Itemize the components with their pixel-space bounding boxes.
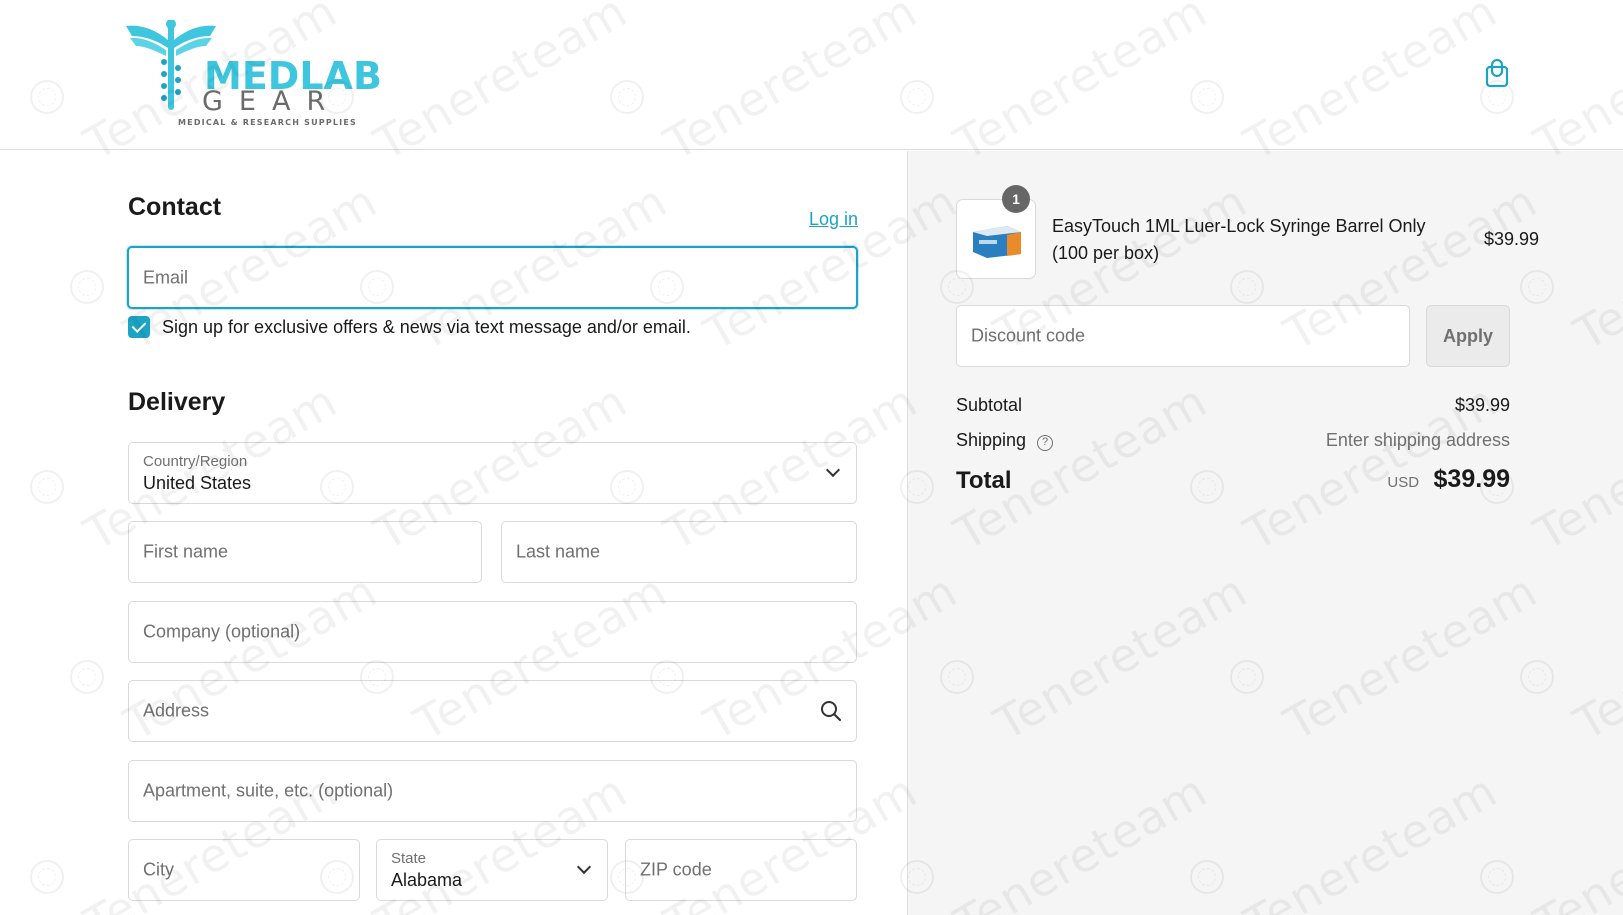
- company-field[interactable]: Company (optional): [128, 601, 857, 663]
- address-field[interactable]: Address: [128, 680, 857, 742]
- logo-wordmark-secondary: GEAR: [202, 86, 342, 117]
- checkout-form: Contact Log in Email Sign up for exclusi…: [0, 151, 906, 915]
- email-placeholder: Email: [143, 267, 189, 287]
- order-summary: 1 EasyTouch 1ML Luer-Lock Syringe Barrel…: [907, 151, 1623, 915]
- marketing-optin-label: Sign up for exclusive offers & news via …: [162, 316, 691, 337]
- site-header: MEDLAB GEAR MEDICAL & RESEARCH SUPPLIES: [0, 0, 1623, 150]
- marketing-optin-checkbox[interactable]: [128, 316, 150, 338]
- total-amount: $39.99: [1433, 465, 1510, 493]
- zip-placeholder: ZIP code: [640, 859, 712, 880]
- country-value: United States: [143, 473, 252, 493]
- product-thumbnail: [956, 199, 1036, 279]
- subtotal-label: Subtotal: [956, 395, 1023, 415]
- email-field[interactable]: Email: [127, 246, 858, 309]
- state-value: Alabama: [391, 870, 463, 890]
- search-icon[interactable]: [820, 700, 842, 722]
- discount-placeholder: Discount code: [971, 325, 1086, 346]
- country-select[interactable]: Country/Region United States: [128, 442, 857, 504]
- delivery-heading: Delivery: [128, 388, 226, 416]
- shopping-bag-icon[interactable]: [1483, 58, 1511, 88]
- state-select[interactable]: State Alabama: [376, 839, 608, 901]
- login-link[interactable]: Log in: [809, 209, 858, 230]
- marketing-optin[interactable]: Sign up for exclusive offers & news via …: [128, 316, 691, 338]
- first-name-placeholder: First name: [143, 541, 229, 562]
- country-label: Country/Region: [143, 453, 248, 470]
- product-price: $39.99: [1483, 229, 1539, 249]
- company-placeholder: Company (optional): [143, 621, 301, 642]
- apply-discount-button[interactable]: Apply: [1426, 305, 1510, 367]
- logo-tagline: MEDICAL & RESEARCH SUPPLIES: [178, 118, 357, 127]
- product-image: [973, 226, 1021, 258]
- first-name-field[interactable]: First name: [128, 521, 482, 583]
- total-label: Total: [956, 467, 1012, 494]
- last-name-field[interactable]: Last name: [501, 521, 857, 583]
- subtotal-value: $39.99: [1454, 395, 1510, 415]
- address-placeholder: Address: [143, 700, 210, 721]
- shipping-row: Shipping ? Enter shipping address: [956, 430, 1510, 451]
- shipping-label: Shipping: [956, 430, 1027, 450]
- city-field[interactable]: City: [128, 839, 360, 901]
- quantity-badge: 1: [1002, 185, 1030, 213]
- discount-code-field[interactable]: Discount code: [956, 305, 1410, 367]
- chevron-down-icon: [825, 462, 841, 478]
- currency-code: USD: [1387, 474, 1420, 491]
- state-label: State: [391, 850, 427, 867]
- city-placeholder: City: [143, 859, 174, 880]
- last-name-placeholder: Last name: [516, 541, 601, 562]
- total-row: Total USD $39.99: [956, 465, 1510, 495]
- product-name: EasyTouch 1ML Luer-Lock Syringe Barrel O…: [1052, 216, 1426, 263]
- apartment-field[interactable]: Apartment, suite, etc. (optional): [128, 760, 857, 822]
- subtotal-row: Subtotal $39.99: [956, 395, 1510, 416]
- chevron-down-icon: [576, 859, 592, 875]
- contact-heading: Contact: [128, 193, 222, 221]
- site-logo[interactable]: MEDLAB GEAR MEDICAL & RESEARCH SUPPLIES: [126, 20, 382, 127]
- zip-field[interactable]: ZIP code: [625, 839, 857, 901]
- apartment-placeholder: Apartment, suite, etc. (optional): [143, 780, 394, 801]
- shipping-value: Enter shipping address: [1325, 430, 1510, 450]
- help-icon[interactable]: ?: [1037, 435, 1054, 451]
